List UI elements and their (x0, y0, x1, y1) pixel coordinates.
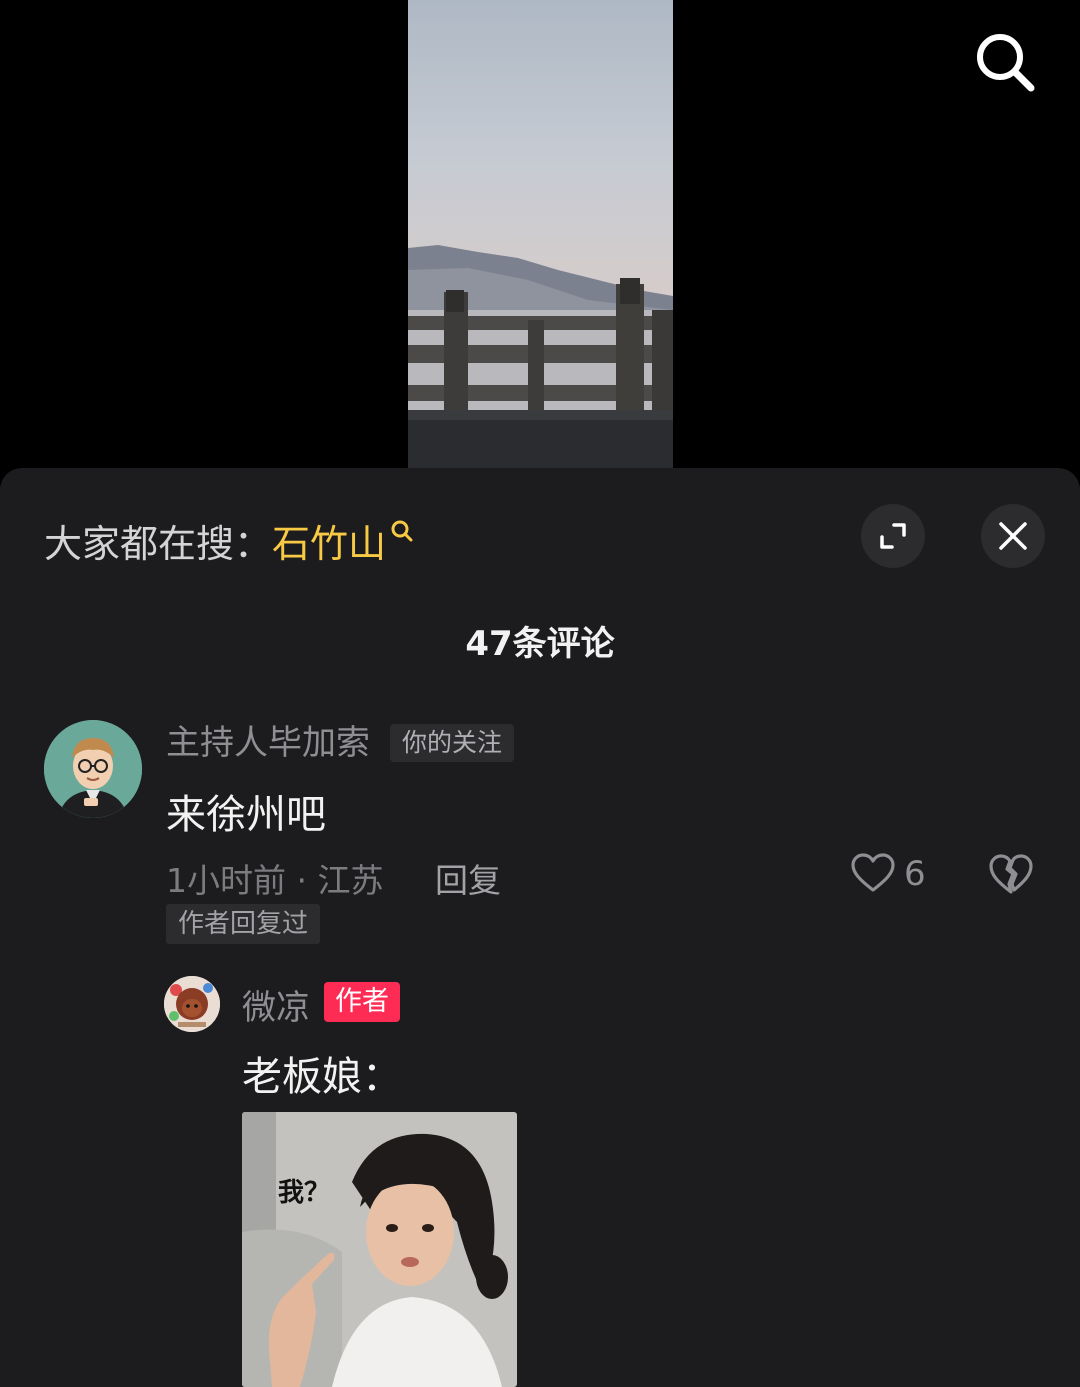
reply-username[interactable]: 微凉 (242, 980, 310, 1029)
trending-search-prefix: 大家都在搜： (44, 521, 273, 566)
sticker-illustration (242, 1112, 517, 1387)
search-icon[interactable] (970, 28, 1038, 96)
reply-text: 老板娘： (242, 1054, 402, 1100)
author-replied-tag: 作者回复过 (166, 904, 321, 944)
trending-search-keyword[interactable]: 石竹山 (272, 513, 386, 568)
reply-sticker-image[interactable]: 我？ (242, 1112, 517, 1387)
follow-tag: 你的关注 (390, 724, 515, 762)
avatar[interactable] (164, 976, 220, 1032)
comment-text: 来徐州吧 (166, 792, 326, 838)
author-tag: 作者 (324, 982, 400, 1022)
sticker-caption: 我？ (278, 1178, 331, 1208)
video-scene (408, 0, 673, 470)
comment-username[interactable]: 主持人毕加索 (166, 720, 370, 766)
expand-icon (880, 523, 906, 549)
avatar-image (44, 720, 142, 818)
heart-icon[interactable] (850, 852, 896, 894)
close-button[interactable] (981, 504, 1045, 568)
comment-panel: 大家都在搜： 石竹山 47条评论 主持人毕加索 你的关注 来徐州吧 1小时前 ·… (0, 468, 1080, 1387)
avatar-image (164, 976, 220, 1032)
close-icon (999, 522, 1027, 550)
trending-search-link[interactable]: 大家都在搜： 石竹山 (44, 512, 416, 568)
like-count: 6 (904, 854, 926, 894)
expand-button[interactable] (861, 504, 925, 568)
reply-button[interactable]: 回复 (435, 854, 501, 902)
video-player[interactable] (0, 0, 1080, 470)
search-small-icon (391, 520, 413, 542)
avatar[interactable] (44, 720, 142, 818)
comment-meta: 1小时前 · 江苏 (166, 861, 384, 900)
broken-heart-icon[interactable] (988, 852, 1034, 896)
video-frame[interactable] (408, 0, 673, 470)
comments-count: 47条评论 (465, 624, 615, 664)
